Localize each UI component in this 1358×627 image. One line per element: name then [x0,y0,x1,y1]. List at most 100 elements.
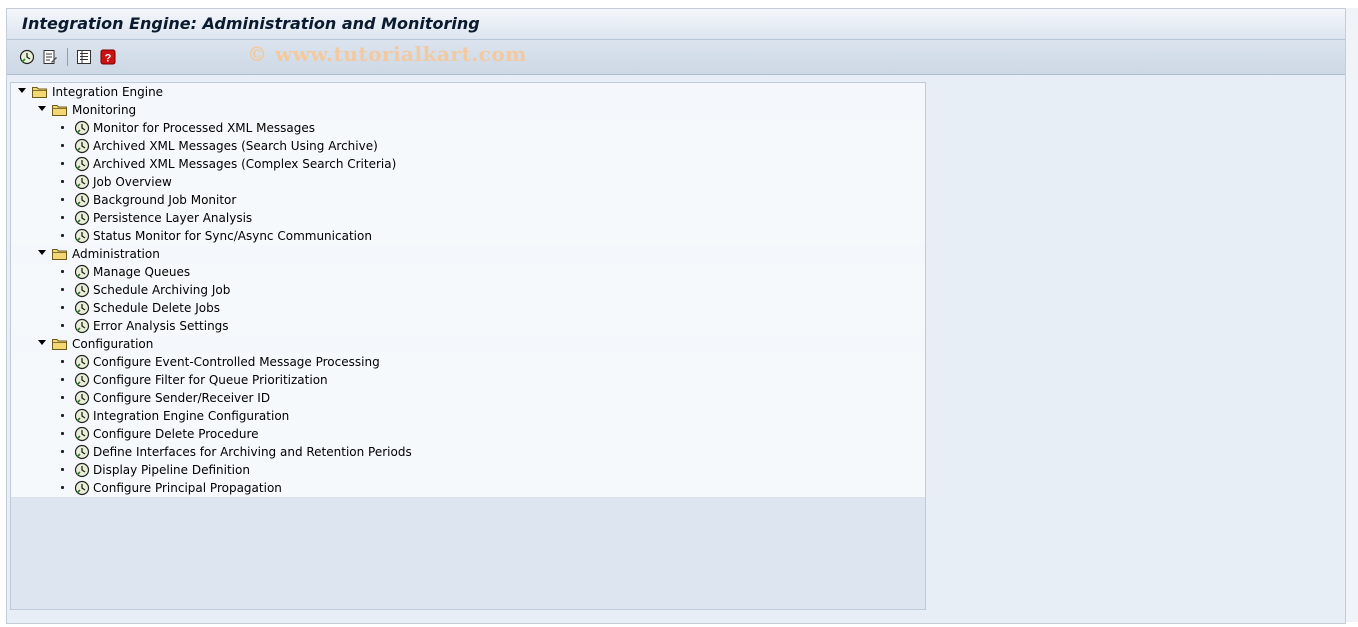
transaction-execute-icon[interactable] [74,318,90,334]
transaction-execute-icon[interactable] [74,120,90,136]
bullet-icon [61,306,64,309]
collapse-triangle-icon[interactable] [38,250,46,255]
tree-item-label[interactable]: Schedule Delete Jobs [93,301,220,315]
transaction-execute-icon[interactable] [74,408,90,424]
transaction-execute-icon[interactable] [74,444,90,460]
tree-item[interactable]: Archived XML Messages (Search Using Arch… [11,137,925,156]
tree-item[interactable]: Schedule Delete Jobs [11,299,925,318]
bullet-icon [61,324,64,327]
tree-item[interactable]: Configure Delete Procedure [11,425,925,444]
window-edge [1346,8,1358,622]
tree-item[interactable]: Configure Filter for Queue Prioritizatio… [11,371,925,390]
tree-item-label[interactable]: Configure Sender/Receiver ID [93,391,270,405]
tree-item[interactable]: Configure Event-Controlled Message Proce… [11,353,925,372]
tree-item-label[interactable]: Job Overview [93,175,172,189]
collapse-triangle-icon[interactable] [38,106,46,111]
transaction-execute-icon[interactable] [74,480,90,496]
toolbar-separator [67,48,68,66]
collapse-triangle-icon[interactable] [38,340,46,345]
tree-item[interactable]: Configure Principal Propagation [11,479,925,498]
tree-node-configuration[interactable]: Configuration [11,335,925,354]
tree-node-label[interactable]: Monitoring [72,103,136,117]
tree-item-label[interactable]: Schedule Archiving Job [93,283,230,297]
tree-item-label[interactable]: Archived XML Messages (Search Using Arch… [93,139,378,153]
transaction-execute-icon[interactable] [74,390,90,406]
tree-node-label[interactable]: Integration Engine [52,85,163,99]
tree-item[interactable]: Manage Queues [11,263,925,282]
list-button[interactable] [75,48,93,66]
tree-item-label[interactable]: Integration Engine Configuration [93,409,289,423]
transaction-execute-icon[interactable] [74,138,90,154]
bullet-icon [61,126,64,129]
menu-tree: Integration Engine Monitoring Monitor for … [10,82,926,610]
folder-icon [52,248,67,260]
tree-node-label[interactable]: Configuration [72,337,153,351]
bullet-icon [61,414,64,417]
transaction-execute-icon[interactable] [74,282,90,298]
tree-item-label[interactable]: Monitor for Processed XML Messages [93,121,315,135]
collapse-triangle-icon[interactable] [18,88,26,93]
tree-item[interactable]: Archived XML Messages (Complex Search Cr… [11,155,925,174]
tree-item[interactable]: Error Analysis Settings [11,317,925,336]
bullet-icon [61,270,64,273]
application-toolbar: ? © www.tutorialkart.com [7,40,1345,75]
tree-item-label[interactable]: Define Interfaces for Archiving and Rete… [93,445,412,459]
bullet-icon [61,288,64,291]
tree-item-label[interactable]: Archived XML Messages (Complex Search Cr… [93,157,396,171]
variant-icon [43,50,57,64]
tree-node-label[interactable]: Administration [72,247,160,261]
tree-node-integration-engine[interactable]: Integration Engine [11,83,925,102]
bullet-icon [61,432,64,435]
tree-item-label[interactable]: Error Analysis Settings [93,319,229,333]
tree-item[interactable]: Monitor for Processed XML Messages [11,119,925,138]
transaction-execute-icon[interactable] [74,462,90,478]
tree-node-monitoring[interactable]: Monitoring [11,101,925,120]
tree-item[interactable]: Background Job Monitor [11,191,925,210]
bullet-icon [61,198,64,201]
svg-text:?: ? [105,53,112,65]
watermark: © www.tutorialkart.com [247,42,527,66]
tree-item-label[interactable]: Configure Delete Procedure [93,427,259,441]
transaction-execute-icon[interactable] [74,300,90,316]
sap-window: Integration Engine: Administration and M… [6,8,1346,624]
bullet-icon [61,216,64,219]
folder-icon [52,338,67,350]
tree-item[interactable]: Job Overview [11,173,925,192]
tree-item[interactable]: Define Interfaces for Archiving and Rete… [11,443,925,462]
bullet-icon [61,450,64,453]
tree-item[interactable]: Persistence Layer Analysis [11,209,925,228]
tree-item[interactable]: Status Monitor for Sync/Async Communicat… [11,227,925,246]
transaction-execute-icon[interactable] [74,228,90,244]
transaction-execute-icon[interactable] [74,354,90,370]
page-title: Integration Engine: Administration and M… [22,14,480,33]
tree-item-label[interactable]: Configure Filter for Queue Prioritizatio… [93,373,328,387]
tree-item[interactable]: Display Pipeline Definition [11,461,925,480]
tree-item-label[interactable]: Persistence Layer Analysis [93,211,252,225]
folder-icon [32,86,47,98]
transaction-execute-icon[interactable] [74,174,90,190]
help-button[interactable]: ? [99,48,117,66]
tree-item-label[interactable]: Manage Queues [93,265,190,279]
tree-item-label[interactable]: Status Monitor for Sync/Async Communicat… [93,229,372,243]
transaction-execute-icon[interactable] [74,156,90,172]
variant-button[interactable] [41,48,59,66]
bullet-icon [61,234,64,237]
transaction-execute-icon[interactable] [74,210,90,226]
transaction-execute-icon[interactable] [74,372,90,388]
execute-button[interactable] [18,48,36,66]
bullet-icon [61,360,64,363]
tree-node-administration[interactable]: Administration [11,245,925,264]
folder-icon [52,104,67,116]
bullet-icon [61,180,64,183]
execute-icon [19,49,35,65]
transaction-execute-icon[interactable] [74,426,90,442]
tree-item-label[interactable]: Display Pipeline Definition [93,463,250,477]
transaction-execute-icon[interactable] [74,192,90,208]
tree-item-label[interactable]: Configure Event-Controlled Message Proce… [93,355,380,369]
tree-item-label[interactable]: Configure Principal Propagation [93,481,282,495]
tree-item[interactable]: Configure Sender/Receiver ID [11,389,925,408]
tree-item[interactable]: Integration Engine Configuration [11,407,925,426]
transaction-execute-icon[interactable] [74,264,90,280]
tree-item-label[interactable]: Background Job Monitor [93,193,236,207]
tree-item[interactable]: Schedule Archiving Job [11,281,925,300]
